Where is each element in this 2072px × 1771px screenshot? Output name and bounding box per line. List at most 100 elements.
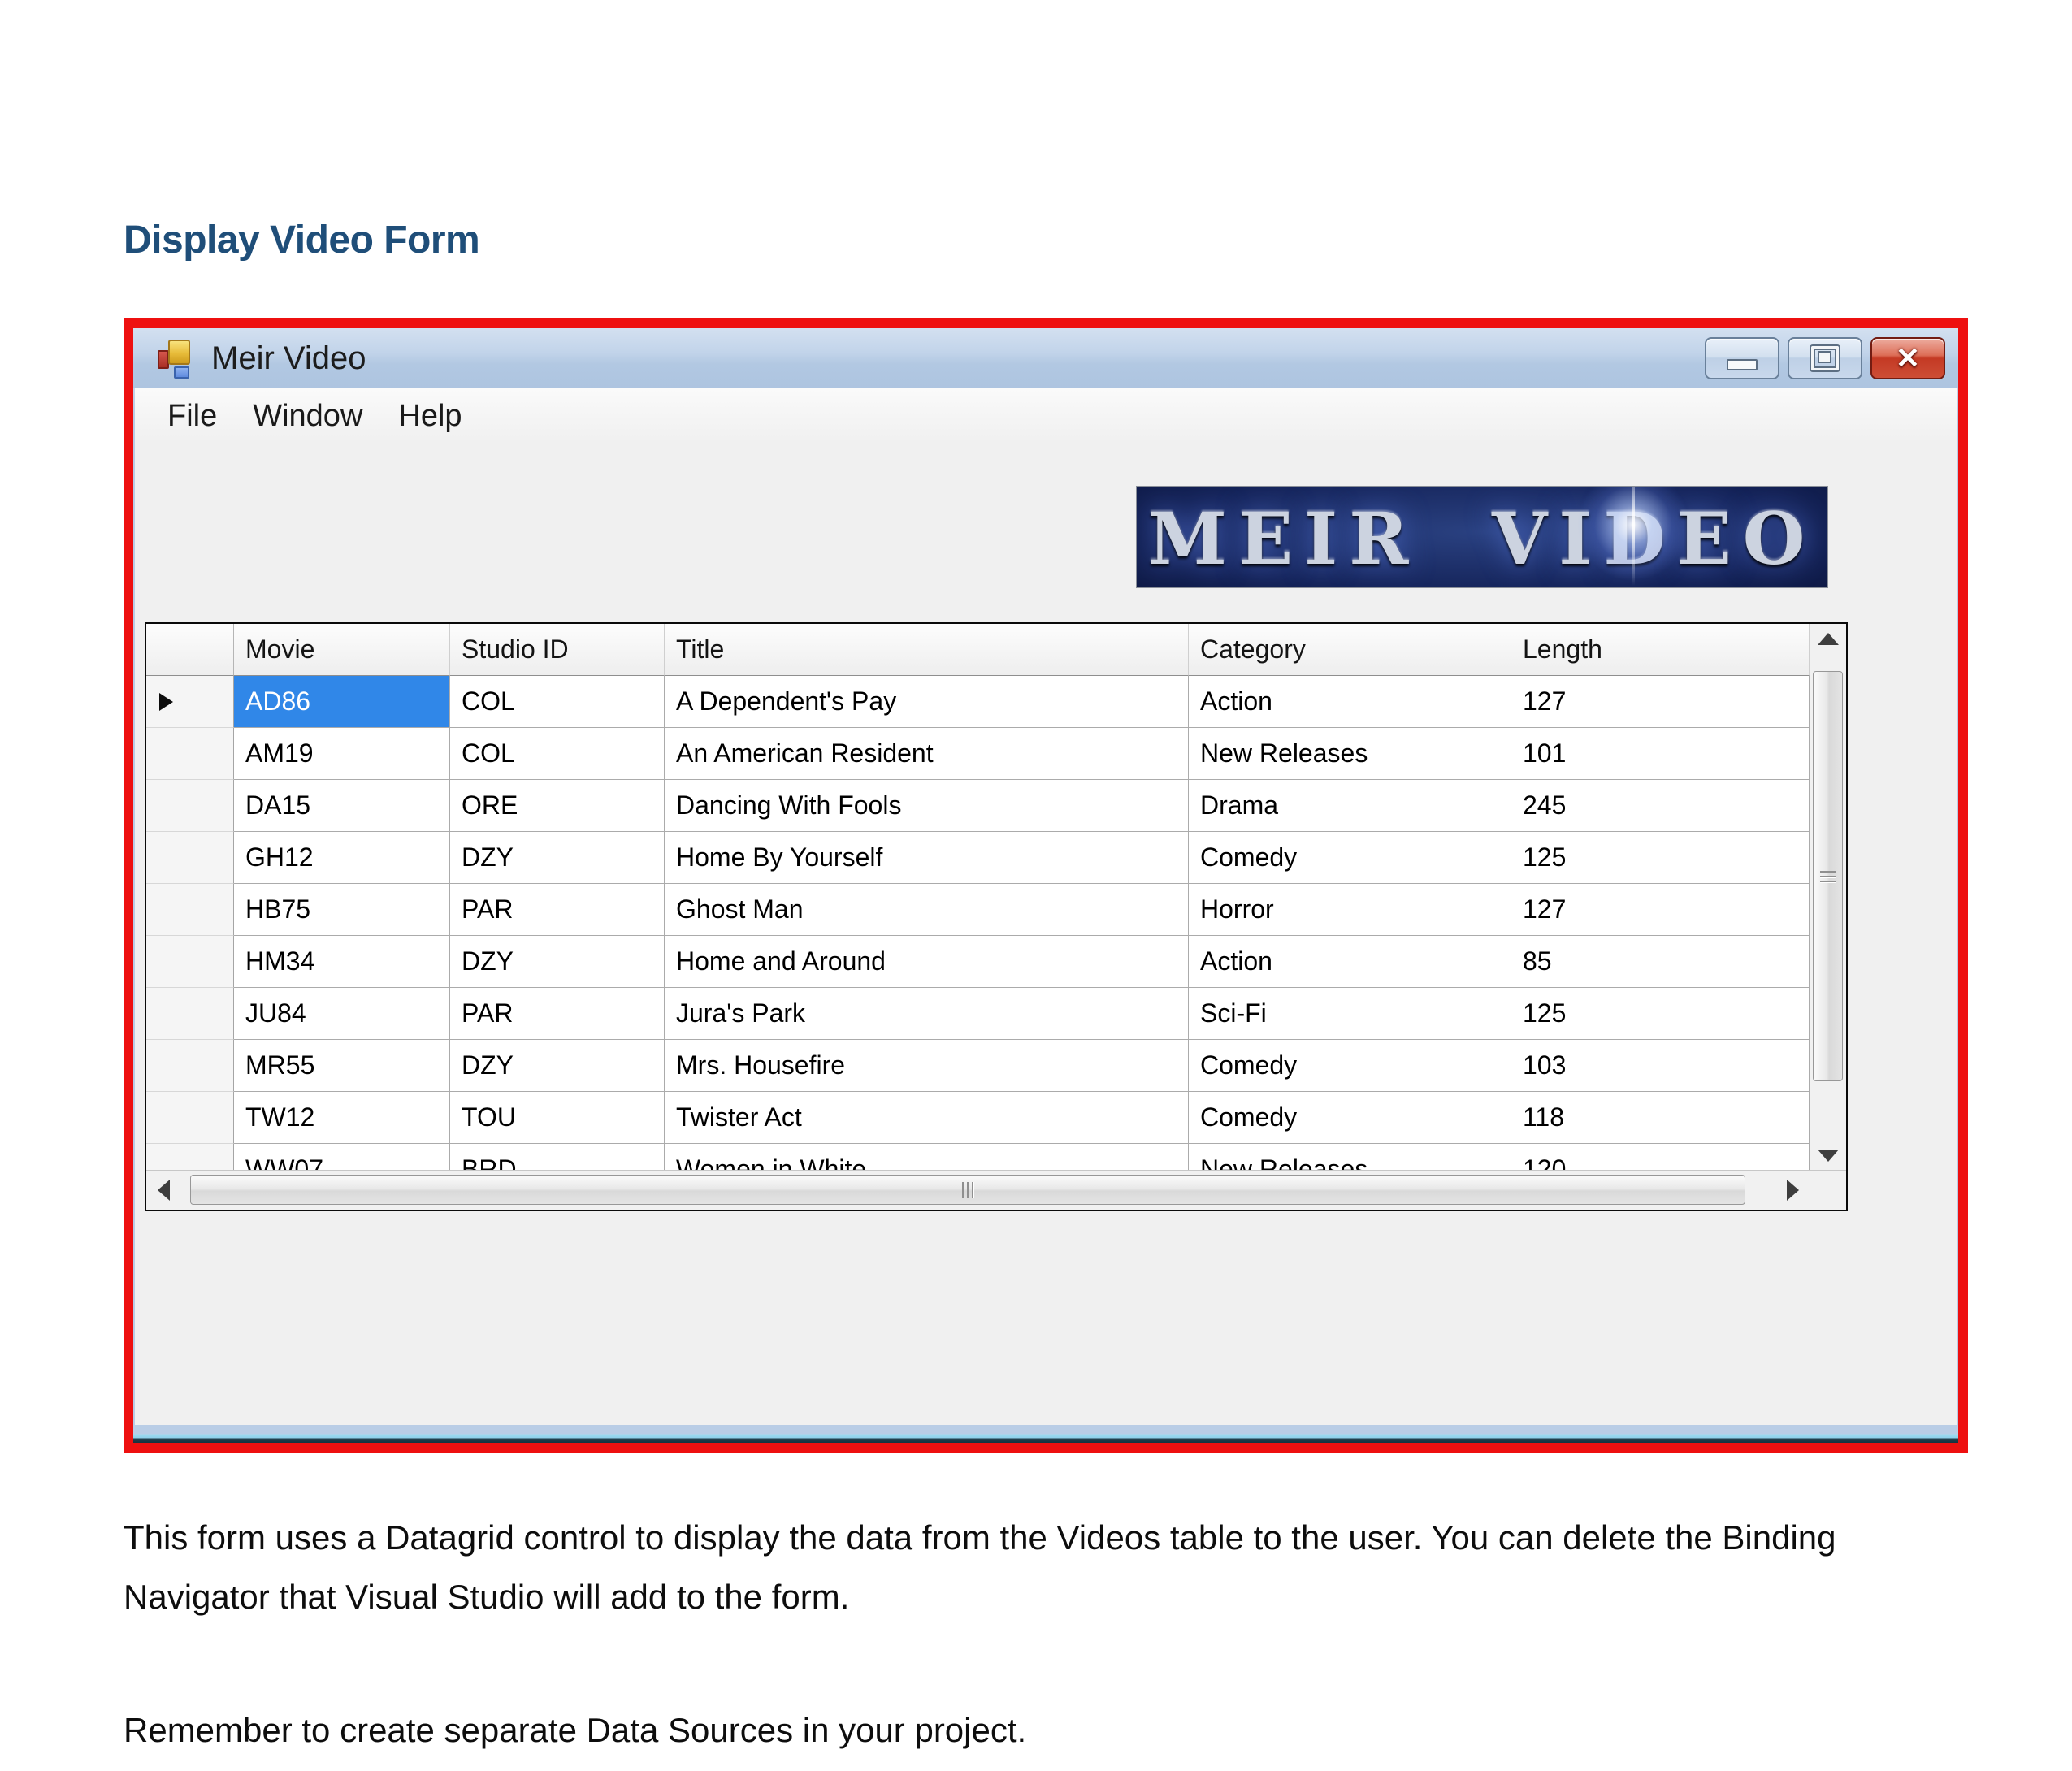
table-row: MR55DZYMrs. HousefireComedy103 [146,1040,1810,1092]
cell-studio_id[interactable]: DZY [450,1040,665,1092]
row-header-cell[interactable] [146,832,234,884]
row-header-cell[interactable] [146,1040,234,1092]
cell-category[interactable]: Action [1189,676,1511,728]
cell-title[interactable]: An American Resident [665,728,1189,780]
row-header-cell[interactable] [146,884,234,936]
cell-title[interactable]: Mrs. Housefire [665,1040,1189,1092]
row-header-cell[interactable] [146,780,234,832]
current-row-arrow-icon [159,693,173,711]
window-title: Meir Video [211,340,366,377]
column-header-category[interactable]: Category [1189,624,1511,676]
menu-item-help[interactable]: Help [380,399,479,434]
datagrid-main: MovieStudio IDTitleCategoryLength AD86CO… [146,624,1846,1170]
cell-movie[interactable]: DA15 [234,780,450,832]
vertical-scrollbar-thumb[interactable] [1813,671,1843,1081]
scroll-up-button[interactable] [1810,624,1846,653]
cell-movie[interactable]: AD86 [234,676,450,728]
cell-title[interactable]: Ghost Man [665,884,1189,936]
cell-studio_id[interactable]: BRD [450,1144,665,1170]
cell-length[interactable]: 245 [1511,780,1810,832]
cell-category[interactable]: Comedy [1189,1092,1511,1144]
cell-movie[interactable]: GH12 [234,832,450,884]
cell-title[interactable]: Jura's Park [665,988,1189,1040]
cell-category[interactable]: Comedy [1189,1040,1511,1092]
body-paragraph-2: Remember to create separate Data Sources… [124,1700,1976,1760]
cell-studio_id[interactable]: COL [450,728,665,780]
scroll-right-button[interactable] [1775,1171,1810,1210]
menu-item-file[interactable]: File [150,399,235,434]
row-header-cell[interactable] [146,1092,234,1144]
maximize-button[interactable] [1788,337,1862,379]
row-header-cell[interactable] [146,1144,234,1170]
videos-datagrid: MovieStudio IDTitleCategoryLength AD86CO… [145,622,1848,1211]
cell-length[interactable]: 125 [1511,988,1810,1040]
column-header-length[interactable]: Length [1511,624,1810,676]
scroll-down-button[interactable] [1810,1141,1846,1170]
cell-movie[interactable]: TW12 [234,1092,450,1144]
cell-movie[interactable]: HM34 [234,936,450,988]
close-icon: ✕ [1896,344,1920,373]
row-header-cell[interactable] [146,936,234,988]
cell-title[interactable]: Women in White [665,1144,1189,1170]
horizontal-scrollbar-track[interactable] [180,1171,1775,1210]
cell-category[interactable]: Horror [1189,884,1511,936]
row-header-cell[interactable] [146,988,234,1040]
table-row: JU84PARJura's ParkSci-Fi125 [146,988,1810,1040]
cell-studio_id[interactable]: TOU [450,1092,665,1144]
cell-length[interactable]: 127 [1511,676,1810,728]
cell-length[interactable]: 103 [1511,1040,1810,1092]
scroll-left-button[interactable] [146,1171,180,1210]
cell-movie[interactable]: JU84 [234,988,450,1040]
table-row: GH12DZYHome By YourselfComedy125 [146,832,1810,884]
vertical-scrollbar-track[interactable] [1810,653,1846,1141]
cell-title[interactable]: Dancing With Fools [665,780,1189,832]
cell-title[interactable]: Twister Act [665,1092,1189,1144]
table-row: TW12TOUTwister ActComedy118 [146,1092,1810,1144]
minimize-button[interactable] [1705,337,1779,379]
cell-length[interactable]: 125 [1511,832,1810,884]
window-titlebar[interactable]: Meir Video ✕ [133,328,1958,388]
cell-category[interactable]: Comedy [1189,832,1511,884]
form-client-area: MEIR VIDEO MovieStudio IDTitleCategoryLe… [135,444,1957,1425]
column-header-movie[interactable]: Movie [234,624,450,676]
grid-corner-header-cell[interactable] [146,624,234,676]
close-button[interactable]: ✕ [1870,337,1945,379]
cell-studio_id[interactable]: COL [450,676,665,728]
grid-rows: AD86COLA Dependent's PayAction127AM19COL… [146,676,1810,1170]
column-header-studio_id[interactable]: Studio ID [450,624,665,676]
arrow-left-icon [158,1180,170,1201]
body-paragraph-1: This form uses a Datagrid control to dis… [124,1508,1976,1626]
horizontal-scrollbar-thumb[interactable] [190,1175,1745,1205]
cell-category[interactable]: Drama [1189,780,1511,832]
cell-studio_id[interactable]: PAR [450,988,665,1040]
app-icon-blue-block [174,366,189,379]
vertical-scrollbar[interactable] [1810,624,1846,1170]
horizontal-scrollbar[interactable] [146,1170,1846,1210]
cell-category[interactable]: New Releases [1189,1144,1511,1170]
cell-title[interactable]: Home By Yourself [665,832,1189,884]
cell-movie[interactable]: AM19 [234,728,450,780]
cell-studio_id[interactable]: DZY [450,936,665,988]
cell-category[interactable]: Action [1189,936,1511,988]
cell-movie[interactable]: MR55 [234,1040,450,1092]
row-header-cell[interactable] [146,676,234,728]
cell-length[interactable]: 118 [1511,1092,1810,1144]
cell-title[interactable]: Home and Around [665,936,1189,988]
scrollbar-grip-icon [1820,871,1836,882]
row-header-cell[interactable] [146,728,234,780]
cell-length[interactable]: 127 [1511,884,1810,936]
cell-movie[interactable]: HB75 [234,884,450,936]
cell-studio_id[interactable]: PAR [450,884,665,936]
cell-length[interactable]: 120 [1511,1144,1810,1170]
cell-length[interactable]: 85 [1511,936,1810,988]
column-header-title[interactable]: Title [665,624,1189,676]
menu-item-window[interactable]: Window [235,399,380,434]
cell-length[interactable]: 101 [1511,728,1810,780]
cell-studio_id[interactable]: ORE [450,780,665,832]
cell-movie[interactable]: WW07 [234,1144,450,1170]
cell-studio_id[interactable]: DZY [450,832,665,884]
cell-category[interactable]: New Releases [1189,728,1511,780]
cell-category[interactable]: Sci-Fi [1189,988,1511,1040]
table-row: AM19COLAn American ResidentNew Releases1… [146,728,1810,780]
cell-title[interactable]: A Dependent's Pay [665,676,1189,728]
